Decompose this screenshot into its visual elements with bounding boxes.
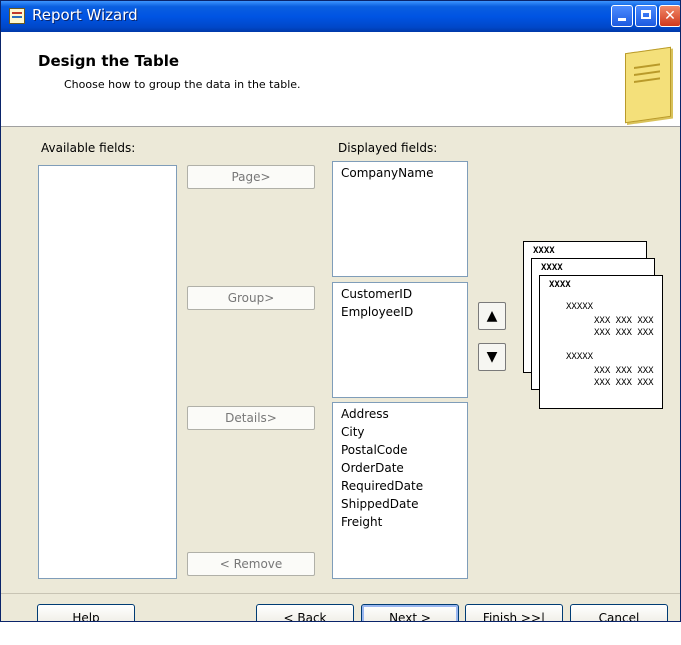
preview-header-text: XXXX bbox=[549, 280, 571, 290]
arrow-down-icon: ▼ bbox=[486, 349, 498, 365]
close-button[interactable]: ✕ bbox=[659, 5, 680, 27]
window-title: Report Wizard bbox=[32, 6, 138, 24]
list-item[interactable]: CompanyName bbox=[341, 164, 459, 182]
list-item[interactable]: OrderDate bbox=[341, 459, 459, 477]
finish-button[interactable]: Finish >>| bbox=[465, 604, 563, 621]
next-button[interactable]: Next > bbox=[361, 604, 459, 621]
move-up-button[interactable]: ▲ bbox=[478, 302, 506, 330]
details-button[interactable]: Details> bbox=[187, 406, 315, 430]
page-button[interactable]: Page> bbox=[187, 165, 315, 189]
cancel-button[interactable]: Cancel bbox=[570, 604, 668, 621]
preview-page-front: XXXX XXXXX XXX XXX XXX XXX XXX XXX XXXXX… bbox=[539, 275, 663, 409]
list-item[interactable]: EmployeeID bbox=[341, 303, 459, 321]
preview-row-text: XXX XXX XXX bbox=[594, 366, 654, 376]
minimize-button[interactable] bbox=[611, 5, 633, 27]
available-fields-list[interactable] bbox=[38, 165, 177, 579]
group-button[interactable]: Group> bbox=[187, 286, 315, 310]
wizard-header: Design the Table Choose how to group the… bbox=[1, 32, 680, 127]
preview-row-text: XXX XXX XXX bbox=[594, 316, 654, 326]
preview-group-text: XXXXX bbox=[566, 302, 594, 312]
preview-header-text: XXXX bbox=[541, 263, 563, 273]
close-icon: ✕ bbox=[664, 8, 676, 24]
report-wizard-window: Report Wizard ✕ Design the Table Choose … bbox=[0, 0, 681, 622]
group-fields-list[interactable]: CustomerID EmployeeID bbox=[332, 282, 468, 398]
minimize-icon bbox=[618, 18, 626, 21]
page-subtitle: Choose how to group the data in the tabl… bbox=[64, 78, 301, 91]
help-button[interactable]: Help bbox=[37, 604, 135, 621]
footer-divider bbox=[1, 593, 680, 594]
title-bar[interactable]: Report Wizard ✕ bbox=[1, 1, 680, 32]
preview-row-text: XXX XXX XXX bbox=[594, 378, 654, 388]
arrow-up-icon: ▲ bbox=[486, 308, 498, 324]
list-item[interactable]: Freight bbox=[341, 513, 459, 531]
back-button[interactable]: < Back bbox=[256, 604, 354, 621]
list-item[interactable]: City bbox=[341, 423, 459, 441]
report-wizard-app-icon bbox=[9, 8, 25, 24]
remove-button[interactable]: < Remove bbox=[187, 552, 315, 576]
list-item[interactable]: PostalCode bbox=[341, 441, 459, 459]
details-fields-list[interactable]: Address City PostalCode OrderDate Requir… bbox=[332, 402, 468, 579]
page-fields-list[interactable]: CompanyName bbox=[332, 161, 468, 277]
preview-header-text: XXXX bbox=[533, 246, 555, 256]
list-item[interactable]: ShippedDate bbox=[341, 495, 459, 513]
preview-row-text: XXX XXX XXX bbox=[594, 328, 654, 338]
report-document-icon bbox=[625, 46, 671, 124]
preview-group-text: XXXXX bbox=[566, 352, 594, 362]
displayed-fields-label: Displayed fields: bbox=[338, 141, 438, 155]
move-down-button[interactable]: ▼ bbox=[478, 343, 506, 371]
available-fields-label: Available fields: bbox=[41, 141, 136, 155]
maximize-button[interactable] bbox=[635, 5, 657, 27]
list-item[interactable]: CustomerID bbox=[341, 285, 459, 303]
list-item[interactable]: Address bbox=[341, 405, 459, 423]
page-title: Design the Table bbox=[38, 52, 180, 70]
list-item[interactable]: RequiredDate bbox=[341, 477, 459, 495]
maximize-icon bbox=[641, 10, 651, 19]
